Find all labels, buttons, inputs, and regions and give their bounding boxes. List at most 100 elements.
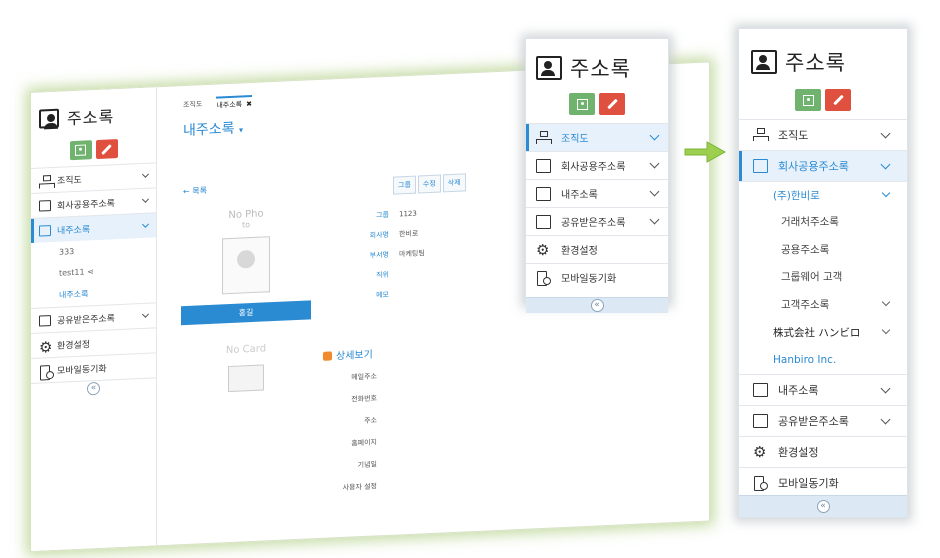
field-key: 메모: [376, 290, 389, 300]
chevron-down-icon: [880, 383, 891, 393]
group-child[interactable]: 공용주소록: [739, 236, 907, 264]
add-contact-button[interactable]: [795, 89, 821, 111]
chevron-down-icon: [141, 195, 150, 203]
pencil-icon: [101, 143, 112, 155]
detail-label: 기념일: [357, 460, 377, 470]
sidebar-item-label: 공유받은주소록: [57, 313, 115, 327]
group-hanbiro-jp[interactable]: 株式会社 ハンビロ: [739, 318, 907, 346]
collapse-bar[interactable]: «: [526, 297, 668, 313]
address-book-icon: [536, 56, 562, 80]
no-card-label: No Card: [225, 343, 267, 357]
app-title: 주소록: [67, 107, 115, 129]
field-row: 메모: [343, 283, 425, 307]
edit-button[interactable]: 수정: [417, 174, 441, 194]
contact-book-icon: [39, 224, 51, 237]
group-child-label: 그룹웨어 고객: [781, 271, 843, 284]
sidebar-item-settings[interactable]: ⚙ 환경설정: [526, 235, 668, 263]
add-contact-button[interactable]: [69, 140, 92, 161]
caret-down-icon[interactable]: ▾: [239, 125, 243, 134]
chevron-down-icon: [880, 159, 891, 169]
detail-label: 주소: [364, 416, 377, 425]
collapse-bar[interactable]: «: [739, 495, 907, 517]
group-child-label: 고객주소록: [781, 298, 830, 311]
mobile-sync-icon: [39, 365, 51, 377]
sidebar-item-shared[interactable]: 공유받은주소록: [526, 207, 668, 235]
detail-label: 사용자 설정: [342, 482, 377, 492]
sidebar-item-label: 모바일동기화: [778, 477, 839, 490]
chevron-down-icon: [649, 130, 660, 141]
sidebar-item-org[interactable]: 조직도: [739, 119, 907, 150]
group-hanbiro-kr[interactable]: (주)한비로: [739, 181, 907, 208]
add-contact-button[interactable]: [569, 93, 595, 115]
collapse-icon[interactable]: «: [816, 500, 830, 513]
org-chart-icon: [39, 175, 51, 187]
sidebar-item-company[interactable]: 회사공용주소록: [526, 151, 668, 179]
contact-card-icon: [75, 144, 86, 156]
sidebar-expanded-panel: 주소록 조직도 회사공용주소록 (주)한비로 거래처주소록 공용주소록 그룹웨어…: [738, 28, 908, 518]
detail-section-title[interactable]: 상세보기: [323, 346, 373, 363]
gear-icon: ⚙: [753, 443, 767, 461]
avatar: [222, 236, 270, 295]
app-header: 주소록: [739, 29, 907, 85]
group-child[interactable]: 거래처주소록: [739, 208, 907, 236]
group-hanbiro-inc[interactable]: Hanbiro Inc.: [739, 346, 907, 374]
sidebar-item-shared[interactable]: 공유받은주소록: [739, 405, 907, 436]
field-key: 그룹: [376, 210, 389, 220]
sidebar-item-mobile[interactable]: 모바일동기화: [739, 467, 907, 498]
company-book-icon: [536, 158, 551, 173]
sidebar-item-my-book[interactable]: 내주소록: [526, 179, 668, 207]
page-title-text: 내주소록: [183, 120, 235, 140]
write-button[interactable]: [825, 89, 851, 111]
contact-book-icon: [753, 383, 768, 397]
chevron-down-icon: [881, 188, 891, 198]
company-book-icon: [753, 159, 768, 173]
chevron-down-icon: [880, 414, 891, 424]
sidebar-item-label: 환경설정: [778, 446, 819, 459]
sidebar-item-label: 모바일동기화: [561, 274, 617, 285]
card-placeholder-icon: [228, 364, 264, 393]
collapse-icon[interactable]: «: [590, 299, 604, 312]
tab-my-book[interactable]: 내주소록 ✖: [216, 95, 252, 111]
chevron-down-icon: [881, 298, 891, 307]
pencil-icon: [832, 94, 844, 106]
write-button[interactable]: [599, 93, 625, 115]
address-book-icon: [751, 50, 777, 74]
sidebar-item-org[interactable]: 조직도: [526, 123, 668, 151]
group-button[interactable]: 그룹: [393, 175, 416, 195]
group-child[interactable]: 고객주소록: [739, 291, 907, 319]
group-label: Hanbiro Inc.: [773, 354, 837, 366]
group-child[interactable]: 그룹웨어 고객: [739, 263, 907, 291]
sidebar-item-label: 조직도: [561, 134, 589, 145]
field-value: 마케팅팀: [399, 249, 425, 259]
sidebar-item-label: 환경설정: [57, 339, 91, 352]
field-key: 직위: [376, 270, 389, 280]
chevron-down-icon: [880, 128, 891, 138]
tab-org[interactable]: 조직도: [183, 99, 202, 110]
mobile-sync-icon: [753, 476, 768, 491]
sidebar: 주소록 조직도 회사공용주소록 내주소록 333 test11 ⋖ 내주소록 공…: [31, 87, 157, 551]
contact-card-icon: [802, 94, 814, 106]
chevron-down-icon: [649, 186, 660, 197]
back-arrow-icon: ←: [183, 186, 190, 197]
shared-book-icon: [536, 214, 551, 229]
delete-button[interactable]: 삭제: [442, 173, 466, 193]
gear-icon: ⚙: [39, 337, 53, 357]
sidebar-item-label: 공유받은주소록: [778, 415, 849, 428]
write-button[interactable]: [95, 139, 118, 160]
group-child-label: 거래처주소록: [781, 216, 839, 229]
sidebar-item-settings[interactable]: ⚙ 환경설정: [739, 436, 907, 467]
close-icon[interactable]: ✖: [246, 100, 252, 108]
chevron-down-icon: [649, 158, 660, 169]
contact-fields: 그룹 1123 회사명 한비로 부서명 마케팅팀 직위 메모: [343, 203, 425, 307]
toolbar: 그룹 수정 삭제: [393, 173, 466, 195]
sidebar-item-mobile[interactable]: 모바일동기화: [526, 263, 668, 291]
field-value: 한비로: [399, 229, 419, 239]
back-link[interactable]: ← 목록: [183, 185, 207, 197]
address-book-icon: [39, 108, 59, 129]
sidebar-item-label: 조직도: [778, 129, 809, 142]
sidebar-item-my-book[interactable]: 내주소록: [739, 374, 907, 405]
sidebar-item-company[interactable]: 회사공용주소록: [739, 150, 907, 181]
collapse-icon[interactable]: «: [87, 381, 100, 396]
group-label: 株式会社 ハンビロ: [773, 326, 861, 339]
sidebar-item-label: 회사공용주소록: [778, 160, 849, 173]
